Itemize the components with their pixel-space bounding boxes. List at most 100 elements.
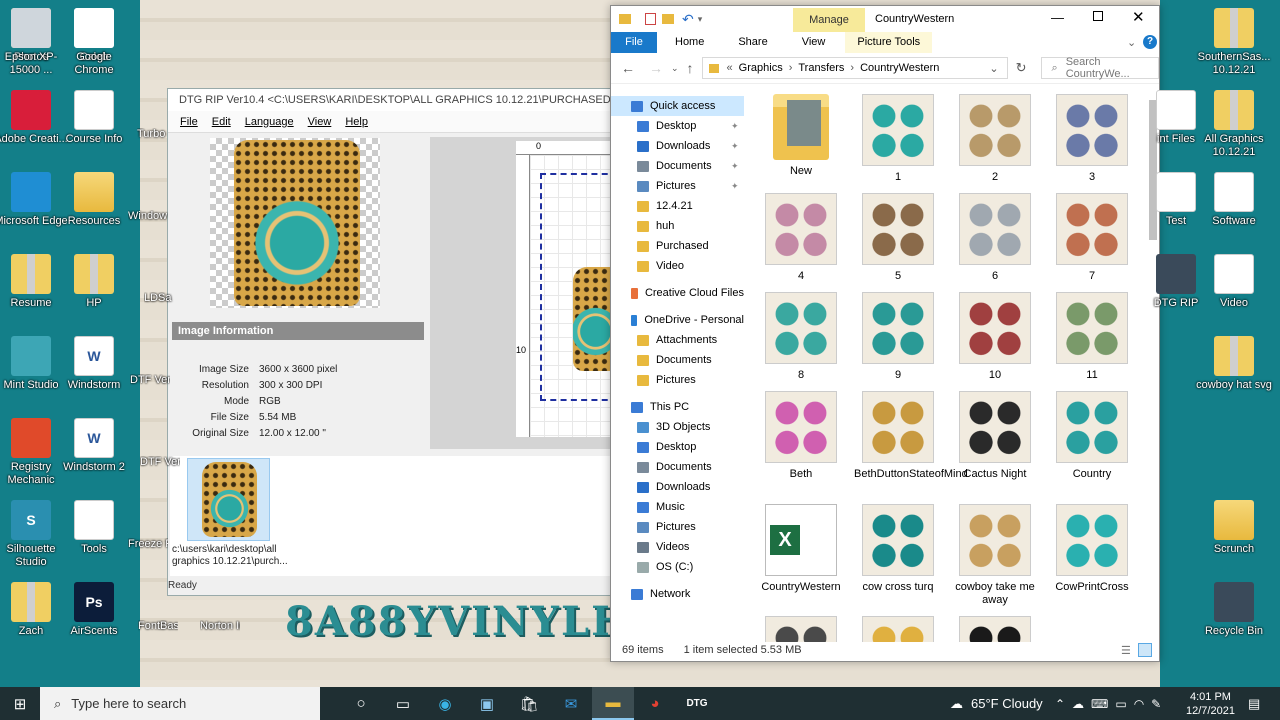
desktop-icon-freeze-r[interactable]: Freeze R <box>128 538 168 551</box>
file-item-country[interactable]: Country <box>1048 391 1136 481</box>
file-item-cowboy-take-me-away[interactable]: cowboy take me away <box>951 504 1039 607</box>
desktop-icon-norton-installati[interactable]: Norton Installati... <box>200 620 240 633</box>
file-item-6[interactable]: 6 <box>951 193 1039 283</box>
nav-item-attachments[interactable]: Attachments <box>611 330 744 350</box>
menu-language[interactable]: Language <box>245 116 294 128</box>
qat-dropdown-icon[interactable]: ▾ <box>698 14 703 25</box>
nav-item-desktop[interactable]: Desktop ✦ <box>611 116 744 136</box>
new-folder-icon[interactable] <box>662 14 674 24</box>
desktop-icon-video[interactable]: Video <box>1196 254 1272 310</box>
desktop-icon-google-chrome[interactable]: Google Chrome <box>56 8 132 77</box>
nav-item-purchased[interactable]: Purchased <box>611 236 744 256</box>
print-layout-area[interactable]: 0 10 <box>430 137 618 449</box>
desktop-icon-dtf-ver-10-19[interactable]: DTF Ver 10.19. <box>140 456 180 469</box>
file-item-bethduttonstateofmind[interactable]: BethDuttonStateofMind <box>854 391 968 481</box>
desktop-icon-window[interactable]: Window <box>128 210 168 223</box>
nav-item-documents[interactable]: Documents ✦ <box>611 156 744 176</box>
nav-item-pictures[interactable]: Pictures ✦ <box>611 176 744 196</box>
menu-help[interactable]: Help <box>345 116 368 128</box>
store-taskbar-icon[interactable]: 🛍 <box>508 687 550 720</box>
desktop-icon-southernsas-10-12-21[interactable]: SouthernSas... 10.12.21 <box>1196 8 1272 77</box>
desktop-icon-recycle-bin[interactable]: Recycle Bin <box>1196 582 1272 638</box>
minimize-button[interactable]: — <box>1051 10 1064 25</box>
cortana-icon[interactable]: ○ <box>340 687 382 720</box>
help-icon[interactable]: ? <box>1143 35 1157 49</box>
refresh-button[interactable]: ↻ <box>1016 60 1027 76</box>
nav-item-documents[interactable]: Documents <box>611 350 744 370</box>
desktop-icon-resources[interactable]: Resources <box>56 172 132 228</box>
nav-item-documents[interactable]: Documents <box>611 457 744 477</box>
nav-item-downloads[interactable]: Downloads ✦ <box>611 136 744 156</box>
file-item-new[interactable]: New <box>757 94 845 178</box>
file-item-5[interactable]: 5 <box>854 193 942 283</box>
file-item-9[interactable]: 9 <box>854 292 942 382</box>
back-button[interactable]: ← <box>621 60 635 76</box>
file-item-11[interactable]: 11 <box>1048 292 1136 382</box>
tab-view[interactable]: View <box>790 32 838 53</box>
selected-thumbnail[interactable] <box>187 458 270 541</box>
nav-item-12-4-21[interactable]: 12.4.21 <box>611 196 744 216</box>
desktop-icon-course-info[interactable]: Course Info <box>56 90 132 146</box>
mail-taskbar-icon[interactable]: ✉ <box>550 687 592 720</box>
tab-file[interactable]: File <box>611 32 657 53</box>
file-item-4[interactable]: 4 <box>757 193 845 283</box>
desktop-icon-tools[interactable]: Tools <box>56 500 132 556</box>
up-button[interactable]: ↑ <box>687 60 694 76</box>
desktop-icon-dtf-ver[interactable]: DTF Ver <box>130 374 170 387</box>
tab-home[interactable]: Home <box>663 32 716 53</box>
forward-button[interactable]: → <box>649 60 663 76</box>
address-bar[interactable]: « Graphics › Transfers › CountryWestern … <box>701 57 1008 79</box>
desktop-icon-turbo[interactable]: Turbo <box>137 128 177 141</box>
taskbar-search[interactable]: ⌕ Type here to search <box>40 687 320 720</box>
nav-item-this-pc[interactable]: This PC <box>611 397 744 417</box>
file-item-cactus-night[interactable]: Cactus Night <box>951 391 1039 481</box>
start-button[interactable]: ⊞ <box>0 687 40 720</box>
chrome-taskbar-icon[interactable]: ◕ <box>634 687 676 720</box>
manage-context-tab[interactable]: Manage <box>793 8 865 32</box>
file-item-8[interactable]: 8 <box>757 292 845 382</box>
properties-icon[interactable] <box>645 13 656 25</box>
dtg-title-bar[interactable]: DTG RIP Ver10.4 <C:\USERS\KARI\DESKTOP\A… <box>168 89 616 111</box>
overflow-chevron[interactable]: « <box>727 62 733 74</box>
nav-item-videos[interactable]: Videos <box>611 537 744 557</box>
menu-file[interactable]: File <box>180 116 198 128</box>
file-item-1[interactable]: 1 <box>854 94 942 184</box>
search-box[interactable]: ⌕ Search CountryWe... <box>1040 56 1159 80</box>
menu-view[interactable]: View <box>308 116 332 128</box>
dtg-taskbar-icon[interactable]: DTG <box>676 687 718 720</box>
notifications-icon[interactable]: ▤ <box>1248 696 1260 712</box>
tray-icons[interactable]: ⌃☁⌨▭◠✎ <box>1055 697 1168 711</box>
breadcrumb-transfers[interactable]: Transfers <box>798 62 844 74</box>
desktop-icon-ldsa[interactable]: LDSa <box>144 292 184 305</box>
file-item-7[interactable]: 7 <box>1048 193 1136 283</box>
file-item-cowprintcross[interactable]: CowPrintCross <box>1048 504 1136 594</box>
desktop-icon-fontbase[interactable]: FontBase <box>138 620 178 633</box>
nav-item-quick-access[interactable]: Quick access <box>611 96 744 116</box>
weather-widget[interactable]: ☁ 65°F Cloudy <box>950 696 1043 712</box>
edge-taskbar-icon[interactable]: ◉ <box>424 687 466 720</box>
desktop-icon-windstorm[interactable]: W Windstorm <box>56 336 132 392</box>
task-view-icon[interactable]: ▭ <box>382 687 424 720</box>
clock[interactable]: 4:01 PM 12/7/2021 <box>1186 690 1235 718</box>
tab-picture-tools[interactable]: Picture Tools <box>845 32 933 53</box>
large-icons-view-icon[interactable] <box>1138 643 1152 657</box>
nav-item-network[interactable]: Network <box>611 584 744 604</box>
breadcrumb-graphics[interactable]: Graphics <box>739 62 783 74</box>
file-item-3[interactable]: 3 <box>1048 94 1136 184</box>
details-view-icon[interactable]: ☰ <box>1121 644 1131 657</box>
breadcrumb-countrywestern[interactable]: CountryWestern <box>860 62 939 74</box>
desktop-icon-scrunch[interactable]: Scrunch <box>1196 500 1272 556</box>
desktop-icon-hp[interactable]: HP <box>56 254 132 310</box>
nav-item-downloads[interactable]: Downloads <box>611 477 744 497</box>
explorer-title-bar[interactable]: ↶ ▾ Manage CountryWestern — ✕ <box>611 6 1159 32</box>
nav-item-onedrive-personal[interactable]: OneDrive - Personal <box>611 310 744 330</box>
close-button[interactable]: ✕ <box>1132 8 1145 26</box>
nav-item-pictures[interactable]: Pictures <box>611 370 744 390</box>
folder-taskbar-icon-active[interactable]: ▬ <box>592 687 634 720</box>
desktop-icon-software[interactable]: Software <box>1196 172 1272 228</box>
address-dropdown-icon[interactable]: ⌄ <box>989 62 998 75</box>
nav-item-huh[interactable]: huh <box>611 216 744 236</box>
recent-dropdown-icon[interactable]: ⌄ <box>671 63 679 74</box>
file-item-cow-cross-turq[interactable]: cow cross turq <box>854 504 942 594</box>
nav-item-video[interactable]: Video <box>611 256 744 276</box>
